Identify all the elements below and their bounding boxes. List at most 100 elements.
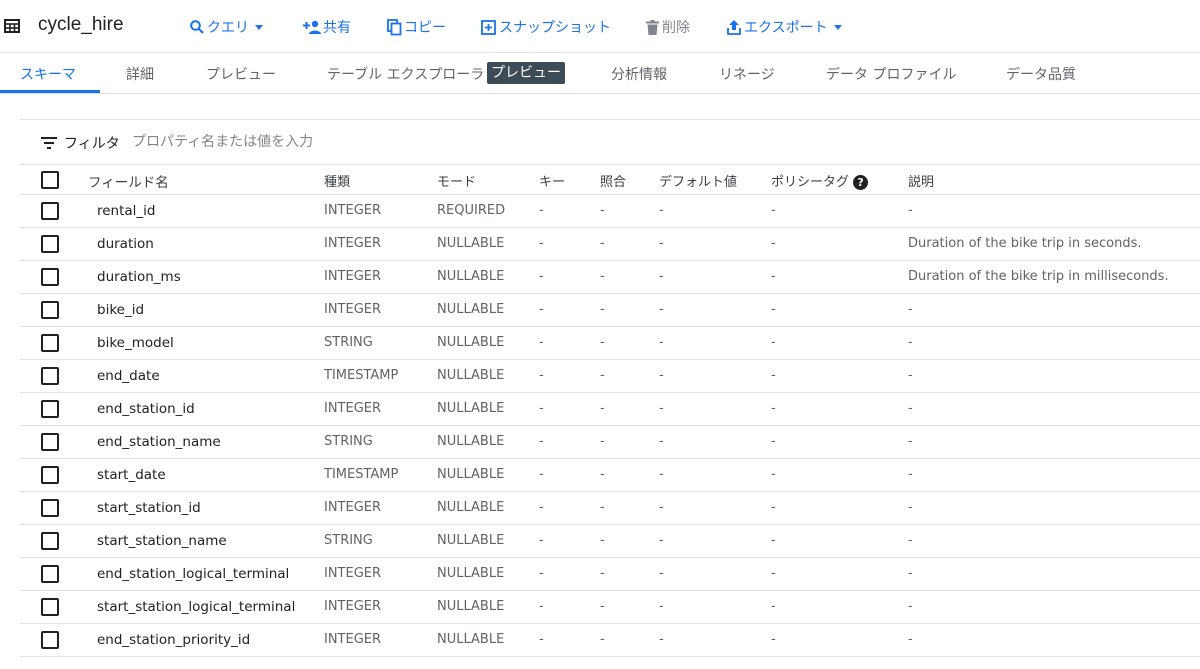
row-checkbox[interactable] — [41, 499, 59, 517]
field-name: start_date — [97, 467, 166, 483]
field-type: INTEGER — [324, 632, 382, 647]
filter-input[interactable] — [128, 129, 696, 155]
tab-schema[interactable]: スキーマ — [20, 64, 76, 84]
field-default-value: - — [659, 269, 664, 284]
field-type: INTEGER — [324, 599, 382, 614]
row-checkbox[interactable] — [41, 466, 59, 484]
header-collation: 照合 — [600, 175, 627, 190]
field-type: TIMESTAMP — [324, 467, 399, 482]
field-default-value: - — [659, 401, 664, 416]
upload-icon — [727, 19, 741, 35]
help-icon[interactable]: ? — [853, 175, 869, 190]
row-checkbox[interactable] — [41, 367, 59, 385]
field-default-value: - — [659, 368, 664, 383]
field-key: - — [539, 533, 544, 548]
table-row: duration_ms INTEGER NULLABLE - - - - Duration o… — [20, 261, 1200, 294]
row-checkbox[interactable] — [41, 400, 59, 418]
snapshot-button[interactable]: スナップショット — [481, 17, 611, 37]
table-row: end_date TIMESTAMP NULLABLE - - - - - — [20, 360, 1200, 393]
field-default-value: - — [659, 500, 664, 515]
field-collation: - — [600, 368, 605, 383]
table-row: rental_id INTEGER REQUIRED - - - - - — [20, 195, 1200, 228]
field-policy-tag: - — [771, 599, 776, 614]
field-policy-tag: - — [771, 269, 776, 284]
table-row: start_station_name STRING NULLABLE - - - - - — [20, 525, 1200, 558]
field-type: TIMESTAMP — [324, 368, 399, 383]
field-mode: REQUIRED — [437, 203, 506, 218]
field-mode: NULLABLE — [437, 434, 505, 449]
export-button[interactable]: エクスポート — [727, 17, 842, 37]
header-default-value: デフォルト値 — [659, 175, 738, 190]
tab-insights[interactable]: 分析情報 — [611, 64, 667, 84]
tab-lineage[interactable]: リネージ — [719, 64, 775, 84]
tab-data-quality[interactable]: データ品質 — [1006, 64, 1076, 84]
table-row: duration INTEGER NULLABLE - - - - Duration of t… — [20, 228, 1200, 261]
field-policy-tag: - — [771, 335, 776, 350]
field-name: duration — [97, 236, 154, 252]
toolbar: cycle_hire クエリ 共有 コピー スナップショット 削除 エクスポート — [0, 0, 1200, 53]
row-checkbox[interactable] — [41, 565, 59, 583]
row-checkbox[interactable] — [41, 268, 59, 286]
row-checkbox[interactable] — [41, 433, 59, 451]
field-description: Duration of the bike trip in seconds. — [908, 236, 1142, 251]
row-checkbox[interactable] — [41, 301, 59, 319]
copy-button-label: コピー — [404, 20, 446, 36]
field-mode: NULLABLE — [437, 467, 505, 482]
field-policy-tag: - — [771, 203, 776, 218]
row-checkbox[interactable] — [41, 598, 59, 616]
tab-details[interactable]: 詳細 — [126, 64, 154, 84]
field-collation: - — [600, 203, 605, 218]
field-name: bike_model — [97, 335, 174, 351]
filter-icon — [41, 137, 57, 149]
header-type: 種類 — [324, 175, 351, 190]
field-policy-tag: - — [771, 632, 776, 647]
table-row: end_station_logical_terminal INTEGER NULLA… — [20, 558, 1200, 591]
copy-button[interactable]: コピー — [387, 17, 446, 37]
row-checkbox[interactable] — [41, 631, 59, 649]
field-description: - — [908, 203, 913, 218]
field-mode: NULLABLE — [437, 533, 505, 548]
field-collation: - — [600, 335, 605, 350]
delete-button-label: 削除 — [662, 20, 690, 36]
field-name: end_station_priority_id — [97, 632, 251, 648]
filter-label: フィルタ — [64, 136, 120, 152]
field-default-value: - — [659, 632, 664, 647]
field-description: - — [908, 368, 913, 383]
delete-button[interactable]: 削除 — [646, 17, 690, 37]
field-mode: NULLABLE — [437, 236, 505, 251]
field-mode: NULLABLE — [437, 500, 505, 515]
field-description: - — [908, 599, 913, 614]
table-row: end_station_priority_id INTEGER NULLABLE - -… — [20, 624, 1200, 657]
share-button[interactable]: 共有 — [303, 17, 351, 37]
select-all-checkbox[interactable] — [41, 171, 59, 189]
field-collation: - — [600, 500, 605, 515]
field-policy-tag: - — [771, 401, 776, 416]
field-key: - — [539, 269, 544, 284]
field-default-value: - — [659, 434, 664, 449]
tab-data-profile[interactable]: データ プロファイル — [826, 64, 956, 84]
field-key: - — [539, 467, 544, 482]
header-key: キー — [539, 175, 566, 190]
header-field-name: フィールド名 — [88, 175, 169, 191]
field-policy-tag: - — [771, 368, 776, 383]
field-collation: - — [600, 566, 605, 581]
row-checkbox[interactable] — [41, 235, 59, 253]
tab-preview[interactable]: プレビュー — [206, 64, 276, 84]
query-button[interactable]: クエリ — [189, 17, 263, 37]
field-type: STRING — [324, 335, 373, 350]
copy-icon — [387, 18, 402, 35]
field-description: - — [908, 500, 913, 515]
tab-table-explorer[interactable]: テーブル エクスプローラ — [327, 64, 484, 84]
field-mode: NULLABLE — [437, 566, 505, 581]
table-row: end_station_id INTEGER NULLABLE - - - - - — [20, 393, 1200, 426]
row-checkbox[interactable] — [41, 532, 59, 550]
row-checkbox[interactable] — [41, 334, 59, 352]
row-checkbox[interactable] — [41, 202, 59, 220]
field-default-value: - — [659, 302, 664, 317]
field-description: - — [908, 434, 913, 449]
field-mode: NULLABLE — [437, 401, 505, 416]
field-type: INTEGER — [324, 269, 382, 284]
field-type: INTEGER — [324, 302, 382, 317]
active-tab-indicator — [0, 90, 100, 93]
chevron-down-icon — [255, 24, 263, 30]
